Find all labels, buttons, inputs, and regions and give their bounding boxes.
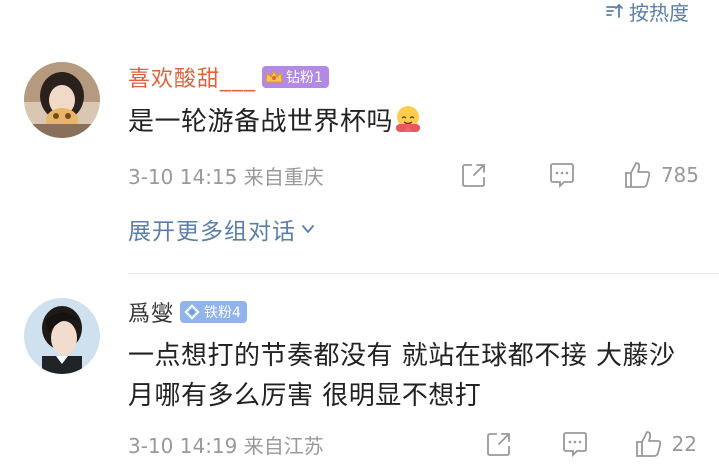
avatar[interactable] (24, 62, 100, 138)
comment-icon (549, 163, 574, 189)
badge-label: 钻粉1 (286, 70, 323, 86)
diamond-icon (184, 304, 200, 320)
like-count: 785 (660, 163, 699, 187)
reply-button[interactable] (547, 160, 577, 190)
badge-label: 铁粉4 (204, 305, 241, 321)
like-button[interactable]: 785 (623, 160, 699, 190)
comment-text: 一点想打的节奏都没有 就站在球都不接 大藤沙月哪有多么厉害 很明显不想打 (128, 341, 676, 411)
username[interactable]: 喜欢酸甜___ (128, 61, 256, 93)
comment-icon (562, 432, 587, 458)
comment-header: 爲燮 铁粉4 (128, 297, 247, 327)
like-count: 22 (671, 432, 697, 456)
username[interactable]: 爲燮 (128, 296, 174, 328)
share-button[interactable] (459, 160, 489, 190)
comment-header: 喜欢酸甜___ 钻粉1 (128, 62, 329, 92)
share-icon (486, 433, 510, 456)
comment-divider (128, 273, 719, 274)
fan-badge[interactable]: 铁粉4 (180, 301, 247, 323)
share-icon (461, 164, 485, 187)
comment-meta: 3-10 14:19 来自江苏 22 (128, 428, 699, 460)
sort-by-hot-button[interactable]: 按热度 (605, 0, 689, 26)
thumbs-up-icon (624, 162, 650, 188)
avatar[interactable] (24, 298, 100, 374)
timestamp-location: 3-10 14:15 来自重庆 (128, 164, 324, 189)
chevron-down-icon (302, 225, 314, 233)
comment-text: 是一轮游备战世界杯吗 (128, 102, 699, 142)
fan-badge[interactable]: 钻粉1 (262, 66, 329, 88)
sort-icon (606, 4, 623, 18)
timestamp-location: 3-10 14:19 来自江苏 (128, 433, 324, 458)
hug-emoji-icon (396, 106, 421, 132)
crown-icon (265, 69, 283, 83)
sort-label: 按热度 (629, 0, 689, 25)
like-button[interactable]: 22 (634, 429, 697, 459)
share-button[interactable] (484, 429, 514, 459)
reply-button[interactable] (560, 429, 590, 459)
comment-meta: 3-10 14:15 来自重庆 785 (128, 159, 699, 191)
expand-conversation-link[interactable]: 展开更多组对话 (128, 212, 316, 246)
thumbs-up-icon (635, 431, 661, 457)
expand-label: 展开更多组对话 (128, 219, 296, 245)
comment-text-body: 是一轮游备战世界杯吗 (128, 107, 394, 137)
